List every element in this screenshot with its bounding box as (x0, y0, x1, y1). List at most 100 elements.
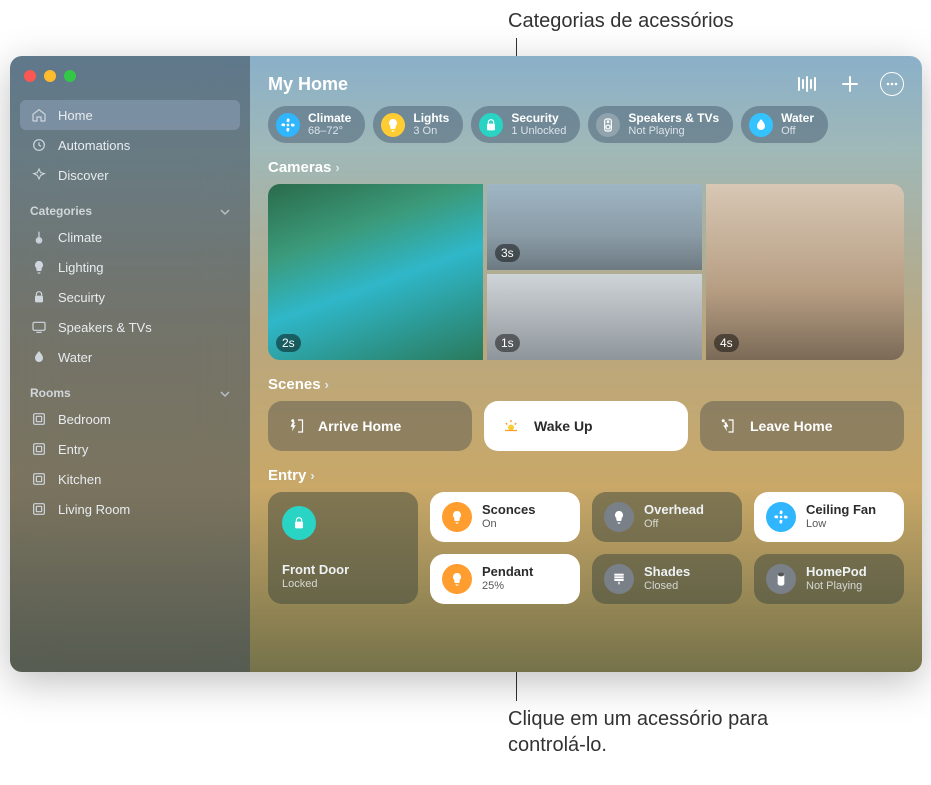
camera-tile[interactable]: 1s (487, 274, 702, 360)
annotation-top: Categorias de acessórios (508, 10, 734, 33)
category-chip-lights[interactable]: Lights 3 On (373, 106, 463, 143)
section-label: Cameras (268, 159, 331, 176)
chevron-down-icon (220, 206, 230, 216)
category-chip-security[interactable]: Security 1 Unlocked (471, 106, 580, 143)
cameras-grid: 2s 3s 4s 1s (268, 184, 904, 360)
accessory-tile-front-door[interactable]: Front Door Locked (268, 492, 418, 604)
chip-title: Speakers & TVs (628, 112, 719, 125)
intercom-button[interactable] (796, 72, 820, 96)
fan-icon (276, 113, 300, 137)
chip-status: 68–72° (308, 125, 351, 137)
sidebar-item-label: Kitchen (58, 472, 101, 487)
sidebar-item-label: Speakers & TVs (58, 320, 152, 335)
scene-label: Leave Home (750, 418, 832, 434)
scene-arrive-home[interactable]: Arrive Home (268, 401, 472, 451)
cameras-section-header[interactable]: Cameras › (268, 159, 904, 176)
room-icon (30, 410, 48, 428)
accessory-name: Shades (644, 565, 690, 580)
accessory-tile-shades[interactable]: Shades Closed (592, 554, 742, 604)
chip-title: Security (511, 112, 566, 125)
add-button[interactable] (838, 72, 862, 96)
accessory-name: Pendant (482, 565, 533, 580)
shades-icon (604, 564, 634, 594)
sidebar: Home Automations Discover Categories Cli… (10, 56, 250, 672)
accessory-tile-sconces[interactable]: Sconces On (430, 492, 580, 542)
automations-icon (30, 136, 48, 154)
discover-icon (30, 166, 48, 184)
accessory-tile-ceiling-fan[interactable]: Ceiling Fan Low (754, 492, 904, 542)
sidebar-item-water[interactable]: Water (20, 342, 240, 372)
main-content: My Home Climate 68–72° Lights (250, 56, 922, 672)
category-chip-speakers-tvs[interactable]: Speakers & TVs Not Playing (588, 106, 733, 143)
accessory-tile-pendant[interactable]: Pendant 25% (430, 554, 580, 604)
room-icon (30, 440, 48, 458)
accessory-name: Overhead (644, 503, 704, 518)
accessory-name: Sconces (482, 503, 535, 518)
sidebar-item-label: Water (58, 350, 92, 365)
sidebar-item-label: Bedroom (58, 412, 111, 427)
accessory-status: 25% (482, 580, 533, 593)
accessory-tile-homepod[interactable]: HomePod Not Playing (754, 554, 904, 604)
scenes-section-header[interactable]: Scenes › (268, 376, 904, 393)
minimize-window-button[interactable] (44, 70, 56, 82)
homepod-icon (766, 564, 796, 594)
sidebar-item-label: Climate (58, 230, 102, 245)
sidebar-section-label: Rooms (30, 386, 71, 400)
sidebar-item-room-bedroom[interactable]: Bedroom (20, 404, 240, 434)
sidebar-item-room-entry[interactable]: Entry (20, 434, 240, 464)
fan-icon (766, 502, 796, 532)
accessory-tile-overhead[interactable]: Overhead Off (592, 492, 742, 542)
chip-status: Off (781, 125, 814, 137)
category-chip-water[interactable]: Water Off (741, 106, 828, 143)
lock-icon (479, 113, 503, 137)
annotation-bottom: Clique em um acessório para controlá-lo. (508, 706, 788, 758)
chip-title: Climate (308, 112, 351, 125)
sidebar-item-speakers-tvs[interactable]: Speakers & TVs (20, 312, 240, 342)
camera-tile[interactable]: 3s (487, 184, 702, 270)
camera-tile[interactable]: 2s (268, 184, 483, 360)
sidebar-item-secuirty[interactable]: Secuirty (20, 282, 240, 312)
thermometer-icon (30, 228, 48, 246)
accessory-status: On (482, 518, 535, 531)
entry-section-header[interactable]: Entry › (268, 467, 904, 484)
leave-icon (716, 415, 738, 437)
sidebar-item-label: Lighting (58, 260, 104, 275)
sidebar-item-room-kitchen[interactable]: Kitchen (20, 464, 240, 494)
sidebar-item-automations[interactable]: Automations (20, 130, 240, 160)
accessory-name: Ceiling Fan (806, 503, 876, 518)
arrive-icon (284, 415, 306, 437)
sunrise-icon (500, 415, 522, 437)
bulb-icon (442, 502, 472, 532)
scene-wake-up[interactable]: Wake Up (484, 401, 688, 451)
sidebar-section-rooms[interactable]: Rooms (20, 372, 240, 404)
lock-icon (282, 506, 316, 540)
sidebar-item-climate[interactable]: Climate (20, 222, 240, 252)
sidebar-item-discover[interactable]: Discover (20, 160, 240, 190)
room-icon (30, 500, 48, 518)
zoom-window-button[interactable] (64, 70, 76, 82)
more-button[interactable] (880, 72, 904, 96)
accessory-status: Not Playing (806, 580, 867, 593)
home-app-window: Home Automations Discover Categories Cli… (10, 56, 922, 672)
bulb-icon (30, 258, 48, 276)
chip-status: Not Playing (628, 125, 719, 137)
sidebar-section-categories[interactable]: Categories (20, 190, 240, 222)
chevron-right-icon: › (325, 377, 329, 392)
sidebar-item-room-living-room[interactable]: Living Room (20, 494, 240, 524)
scene-leave-home[interactable]: Leave Home (700, 401, 904, 451)
category-chip-climate[interactable]: Climate 68–72° (268, 106, 365, 143)
sidebar-item-lighting[interactable]: Lighting (20, 252, 240, 282)
camera-tile[interactable]: 4s (706, 184, 904, 360)
bulb-icon (381, 113, 405, 137)
close-window-button[interactable] (24, 70, 36, 82)
sidebar-item-label: Automations (58, 138, 130, 153)
accessory-status: Off (644, 518, 704, 531)
section-label: Entry (268, 467, 306, 484)
category-chips-row: Climate 68–72° Lights 3 On Security 1 Un… (268, 106, 904, 143)
scene-label: Arrive Home (318, 418, 401, 434)
sidebar-item-home[interactable]: Home (20, 100, 240, 130)
accessory-name: Front Door (282, 563, 349, 578)
accessory-status: Closed (644, 580, 690, 593)
droplet-icon (30, 348, 48, 366)
chip-title: Lights (413, 112, 449, 125)
